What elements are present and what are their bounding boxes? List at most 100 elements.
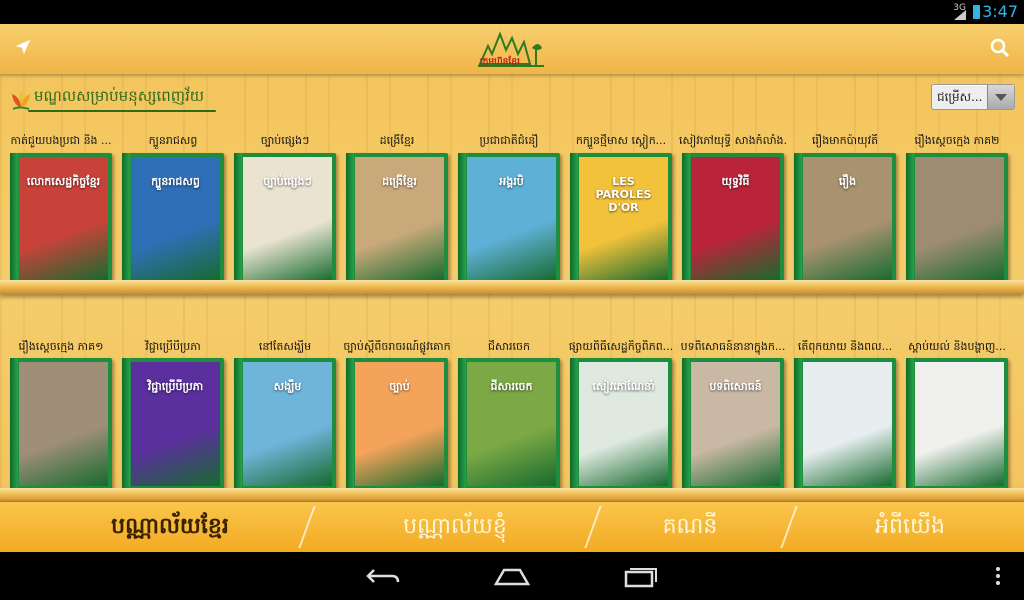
logo-text: ក្រុមហ៊ុនខ្មែរ xyxy=(480,57,520,67)
book-title: សៀវភៅយុទ្ធិ សាងកំលាំង... xyxy=(679,134,787,147)
system-navigation-bar xyxy=(0,552,1024,600)
book-title: នៅតែសង្ឃឹម xyxy=(258,340,312,353)
book-cover-text: លោកសេដ្ឋកិច្ចខ្មែរ xyxy=(26,175,101,188)
book-spine xyxy=(346,358,354,490)
recents-icon[interactable] xyxy=(620,564,660,588)
flower-icon xyxy=(12,90,30,110)
shelf-plank-2 xyxy=(0,488,1024,502)
book-title: បទពិសោធន៍នានាក្នុងក... xyxy=(680,340,786,353)
book-item[interactable] xyxy=(10,358,112,490)
book-item[interactable]: លោកសេដ្ឋកិច្ចខ្មែរ xyxy=(10,153,112,285)
book-item[interactable]: LES PAROLES D'OR xyxy=(570,153,672,285)
battery-icon xyxy=(973,5,980,19)
book-title: ស្ដាប់យល់ និងបង្ហាញ... xyxy=(908,340,1006,353)
book-cover: ច្បាប់ផ្សេងៗ xyxy=(243,157,332,281)
search-icon[interactable] xyxy=(990,38,1010,58)
tab-khmer-library[interactable]: បណ្ណាល័យខ្មែរ xyxy=(40,510,300,544)
book-title: វិជ្ជាប្រើបីប្រភា xyxy=(145,340,201,353)
overflow-menu-icon[interactable] xyxy=(990,564,1006,588)
tab-my-library[interactable]: បណ្ណាល័យខ្ញុំ xyxy=(320,510,590,544)
book-cover-text: វិជ្ជាប្រើបីប្រភា xyxy=(147,380,204,393)
book-cover-text: ក្បួនរាជសព្វ xyxy=(151,175,200,188)
signal-icon xyxy=(954,10,966,20)
book-item[interactable]: ច្បាប់ផ្សេងៗ xyxy=(234,153,336,285)
book-title: កក្បួនថ្មីមាស ស្ដៀក... xyxy=(575,134,667,147)
clock: 3:47 xyxy=(982,2,1018,21)
tab-divider xyxy=(298,506,316,548)
book-item[interactable] xyxy=(906,358,1008,490)
book-spine xyxy=(794,153,802,285)
book-cover: បទពិសោធន៍ xyxy=(691,362,780,486)
book-spine xyxy=(234,153,242,285)
book-title: ច្បាប់ផ្សេងៗ xyxy=(260,134,310,147)
book-spine xyxy=(682,358,690,490)
chevron-down-icon xyxy=(995,94,1007,101)
book-cover: សៀវភៅណែនាំ xyxy=(579,362,668,486)
book-cover: វិជ្ជាប្រើបីប្រភា xyxy=(131,362,220,486)
book-title: ក្បួនរាជសព្វ xyxy=(148,134,198,147)
book-spine xyxy=(122,153,130,285)
dropdown-arrow-button[interactable] xyxy=(987,85,1014,109)
book-cover: លោកសេដ្ឋកិច្ចខ្មែរ xyxy=(19,157,108,281)
book-title: ផ្សាយពិធីសេដ្ឋកិច្ចពិភព... xyxy=(568,340,674,353)
tab-about-us[interactable]: អំពីយើង xyxy=(800,510,1020,544)
book-spine xyxy=(10,153,18,285)
book-cover xyxy=(19,362,108,486)
book-spine xyxy=(794,358,802,490)
book-title: កាត់ជួយបងប្រជា និង ... xyxy=(10,134,112,147)
bottom-tab-bar: បណ្ណាល័យខ្មែរ បណ្ណាល័យខ្ញុំ គណនី អំពីយើង xyxy=(0,502,1024,552)
book-cover-text: រឿង xyxy=(838,175,857,188)
book-cover-text: ច្បាប់ផ្សេងៗ xyxy=(263,175,312,188)
book-item[interactable] xyxy=(794,358,896,490)
book-cover: រឿង xyxy=(803,157,892,281)
book-item[interactable]: រឿង xyxy=(794,153,896,285)
sort-dropdown-value: ជម្រើស... xyxy=(937,90,983,104)
book-cover-text: យុទ្ធវិធី xyxy=(721,175,750,188)
book-item[interactable]: អង្គរបិ xyxy=(458,153,560,285)
section-title: មណ្ឌលសម្រាប់មនុស្សពេញវ័យ xyxy=(34,87,205,105)
book-item[interactable]: ក្បួនរាជសព្វ xyxy=(122,153,224,285)
sort-dropdown[interactable]: ជម្រើស... xyxy=(931,84,1015,110)
book-item[interactable]: ច្បាប់ xyxy=(346,358,448,490)
book-spine xyxy=(906,153,914,285)
book-title: ដង្រើខ្មែរ xyxy=(379,134,415,147)
book-cover xyxy=(915,157,1004,281)
navigation-arrow-icon[interactable] xyxy=(14,38,32,56)
book-title: រឿងស្តេចក្មេង ភាគ១ xyxy=(18,340,104,353)
book-item[interactable]: វិជ្ជាប្រើបីប្រភា xyxy=(122,358,224,490)
book-cover-text: សង្ឃឹម xyxy=(273,380,302,393)
book-cover: ដង្រើខ្មែរ xyxy=(355,157,444,281)
book-cover-text: ជីសារចេក xyxy=(490,380,533,393)
book-title: ច្បាប់ស្ដីពីចរាចរណ៍ផ្លូវគោក xyxy=(343,340,451,353)
book-title: តើពុកយាយ និងពល... xyxy=(797,340,893,353)
back-icon[interactable] xyxy=(364,564,404,588)
book-item[interactable]: ដង្រើខ្មែរ xyxy=(346,153,448,285)
section-underline xyxy=(28,110,216,112)
book-title: ប្រជាជាតិជំនឿ xyxy=(479,134,539,147)
book-spine xyxy=(682,153,690,285)
home-icon[interactable] xyxy=(492,564,532,588)
book-item[interactable]: យុទ្ធវិធី xyxy=(682,153,784,285)
book-spine xyxy=(570,153,578,285)
book-spine xyxy=(234,358,242,490)
book-cover xyxy=(915,362,1004,486)
book-spine xyxy=(906,358,914,490)
book-cover: ជីសារចេក xyxy=(467,362,556,486)
book-cover-text: សៀវភៅណែនាំ xyxy=(592,380,655,393)
book-cover-text: LES PAROLES D'OR xyxy=(595,175,652,214)
book-cover-text: បទពិសោធន៍ xyxy=(709,380,762,393)
book-item[interactable] xyxy=(906,153,1008,285)
book-cover-text: អង្គរបិ xyxy=(499,175,524,188)
book-item[interactable]: សៀវភៅណែនាំ xyxy=(570,358,672,490)
book-title: រឿងមាកប៉ាយុវតី xyxy=(811,134,879,147)
book-cover xyxy=(803,362,892,486)
book-item[interactable]: សង្ឃឹម xyxy=(234,358,336,490)
book-item[interactable]: បទពិសោធន៍ xyxy=(682,358,784,490)
book-spine xyxy=(346,153,354,285)
book-cover: អង្គរបិ xyxy=(467,157,556,281)
book-title: ជីសារចេក xyxy=(488,340,530,353)
book-spine xyxy=(458,358,466,490)
book-title: រឿងស្តេចក្មេង ភាគ២ xyxy=(914,134,1000,147)
tab-account[interactable]: គណនី xyxy=(600,510,780,544)
book-item[interactable]: ជីសារចេក xyxy=(458,358,560,490)
